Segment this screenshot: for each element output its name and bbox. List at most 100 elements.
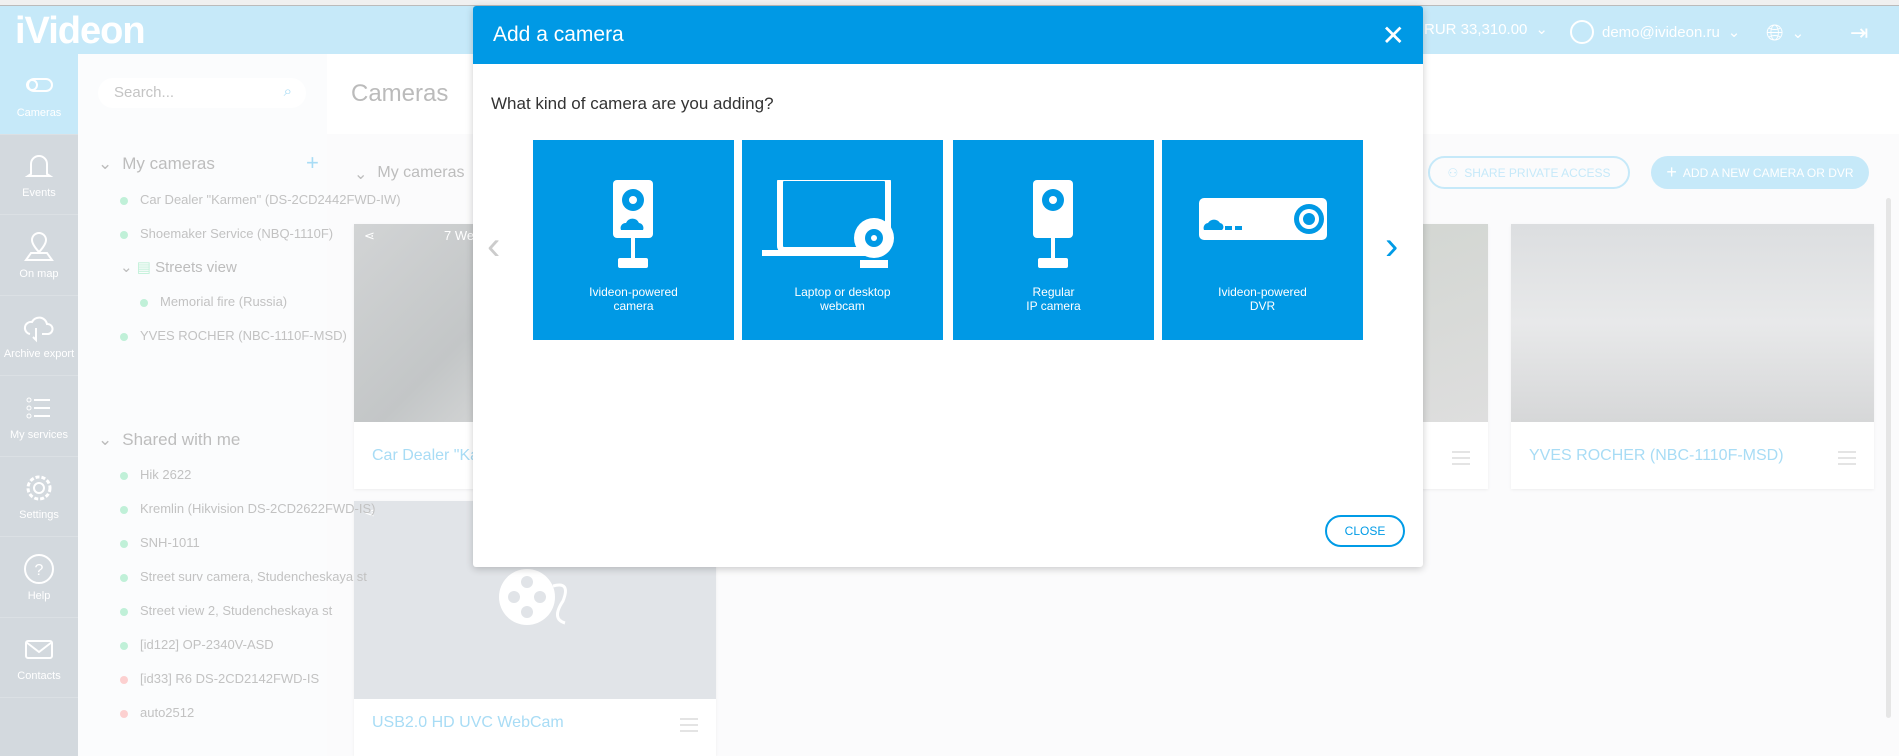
language-dropdown[interactable]: 🌐︎ ⌄: [1766, 20, 1804, 46]
menu-icon[interactable]: [1838, 451, 1856, 465]
nav-item-help[interactable]: ? Help: [0, 537, 78, 618]
tile-laptop-webcam[interactable]: Laptop or desktop webcam: [742, 140, 943, 340]
tile-ip-camera[interactable]: Regular IP camera: [953, 140, 1154, 340]
tile-ivideon-dvr[interactable]: Ivideon-powered DVR: [1162, 140, 1363, 340]
status-dot: [120, 675, 128, 684]
dialog-title: Add a camera: [473, 6, 1423, 64]
folder-streets-view[interactable]: ⌄ ▤ Streets view: [120, 258, 237, 276]
nav-label: Events: [22, 187, 56, 200]
list-item[interactable]: Car Dealer "Karmen" (DS-2CD2442FWD-IW): [120, 192, 401, 207]
search-placeholder: Search...: [114, 84, 175, 101]
close-icon[interactable]: ✕: [1382, 19, 1405, 52]
group-heading[interactable]: ⌄ My cameras: [354, 164, 465, 184]
list-item[interactable]: YVES ROCHER (NBC-1110F-MSD): [120, 328, 347, 343]
list-item[interactable]: auto2512: [120, 705, 194, 720]
nav-item-cameras[interactable]: Cameras: [0, 54, 78, 135]
nav-item-settings[interactable]: Settings: [0, 457, 78, 537]
share-private-access-button[interactable]: ⚇ SHARE PRIVATE ACCESS: [1428, 156, 1630, 189]
list-item[interactable]: Hik 2622: [120, 467, 191, 482]
nav-label: Cameras: [16, 106, 62, 119]
logout-icon[interactable]: ⇥: [1850, 20, 1868, 46]
nav-item-contacts[interactable]: Contacts: [0, 618, 78, 698]
globe-icon: 🌐︎: [1766, 20, 1784, 45]
bell-icon: [24, 155, 54, 178]
item-label: YVES ROCHER (NBC-1110F-MSD): [140, 328, 347, 343]
folder-label: Streets view: [155, 259, 237, 276]
item-label: Hik 2622: [140, 467, 192, 482]
map-pin-icon: [24, 231, 54, 261]
tile-ivideon-camera[interactable]: Ivideon-powered camera: [533, 140, 734, 340]
add-camera-button[interactable]: + ADD A NEW CAMERA OR DVR: [1651, 156, 1869, 189]
balance-dropdown[interactable]: RUR 33,310.00 ⌄: [1424, 20, 1548, 39]
item-label: Kremlin (Hikvision DS-2CD2622FWD-IS): [140, 501, 376, 516]
status-dot: [120, 471, 128, 480]
list-item[interactable]: Street view 2, Studencheskaya st: [120, 603, 332, 618]
nav-item-on-map[interactable]: On map: [0, 215, 78, 296]
camera-sidebar: Search... ⌕ ⌄ My cameras + Car Dealer "Kar…: [78, 54, 401, 756]
chevron-right-icon[interactable]: ›: [1385, 224, 1398, 269]
ip-camera-icon: [1033, 180, 1073, 268]
add-camera-dialog: Add a camera ✕ What kind of camera are y…: [473, 6, 1423, 567]
heading-label: My cameras: [122, 154, 215, 173]
nav-item-archive-export[interactable]: Archive export: [0, 296, 78, 376]
status-dot: [120, 230, 128, 239]
group-label: My cameras: [377, 164, 465, 181]
item-label: [id33] R6 DS-2CD2142FWD-IS: [140, 671, 320, 686]
status-dot: [120, 505, 128, 514]
nav-label: Help: [27, 589, 51, 602]
button-label: ADD A NEW CAMERA OR DVR: [1682, 165, 1854, 180]
status-dot: [120, 539, 128, 548]
camera-card[interactable]: YVES ROCHER (NBC-1110F-MSD): [1511, 224, 1874, 489]
status-dot: [120, 607, 128, 616]
nav-label: On map: [19, 267, 59, 280]
item-label: Shoemaker Service (NBQ-1110F): [140, 226, 334, 241]
status-dot: [120, 332, 128, 341]
page-title: Cameras: [351, 80, 449, 107]
close-button[interactable]: CLOSE: [1325, 515, 1405, 547]
user-dropdown[interactable]: demo@ivideon.ru ⌄: [1570, 20, 1740, 44]
nav-item-my-services[interactable]: My services: [0, 376, 78, 457]
tile-label: camera: [613, 299, 654, 313]
search-input[interactable]: Search... ⌕: [98, 78, 306, 108]
add-camera-plus-icon[interactable]: +: [306, 150, 319, 176]
list-item[interactable]: [id33] R6 DS-2CD2142FWD-IS: [120, 671, 319, 686]
list-item[interactable]: Shoemaker Service (NBQ-1110F): [120, 226, 333, 241]
shared-heading[interactable]: ⌄ Shared with me: [98, 430, 240, 450]
my-cameras-heading[interactable]: ⌄ My cameras: [98, 154, 215, 174]
cloud-download-icon: [23, 316, 54, 343]
chevron-down-icon: ⌄: [98, 430, 113, 449]
user-icon: [1570, 20, 1594, 44]
tile-label: Ivideon-powered: [589, 285, 678, 299]
tile-label: Regular: [1032, 285, 1075, 299]
list-item[interactable]: Memorial fire (Russia): [140, 294, 287, 309]
add-user-icon: ⚇: [1447, 165, 1459, 180]
dvr-icon: [1199, 198, 1327, 240]
item-label: Street surv camera, Studencheskaya st: [140, 569, 367, 584]
folder-icon: ▤: [136, 259, 151, 276]
nav-item-events[interactable]: Events: [0, 135, 78, 215]
chevron-down-icon: ⌄: [1727, 24, 1741, 41]
status-dot: [120, 573, 128, 582]
list-item[interactable]: [id122] OP-2340V-ASD: [120, 637, 274, 652]
tile-label: Ivideon-powered: [1218, 285, 1307, 299]
list-item[interactable]: Street surv camera, Studencheskaya st: [120, 569, 367, 584]
list-item[interactable]: Kremlin (Hikvision DS-2CD2622FWD-IS): [120, 501, 376, 516]
list-item[interactable]: SNH-1011: [120, 535, 200, 550]
camera-preview[interactable]: [1511, 224, 1874, 422]
camera-name[interactable]: YVES ROCHER (NBC-1110F-MSD): [1529, 447, 1784, 465]
share-icon[interactable]: ⋖: [364, 228, 375, 244]
search-icon[interactable]: ⌕: [284, 83, 292, 100]
logo[interactable]: iVideon: [15, 10, 146, 53]
scrollbar[interactable]: [1886, 198, 1891, 718]
item-label: Street view 2, Studencheskaya st: [140, 603, 333, 618]
camera-name[interactable]: USB2.0 HD UVC WebCam: [372, 714, 564, 732]
status-dot: [120, 709, 128, 718]
menu-icon[interactable]: [1452, 451, 1470, 465]
heading-label: Shared with me: [122, 430, 241, 449]
chevron-left-icon[interactable]: ‹: [487, 224, 500, 269]
nav-label: Contacts: [17, 670, 61, 683]
nav-label: My services: [9, 428, 69, 441]
user-email: demo@ivideon.ru: [1602, 23, 1720, 41]
menu-icon[interactable]: [680, 718, 698, 732]
item-label: [id122] OP-2340V-ASD: [140, 637, 274, 652]
